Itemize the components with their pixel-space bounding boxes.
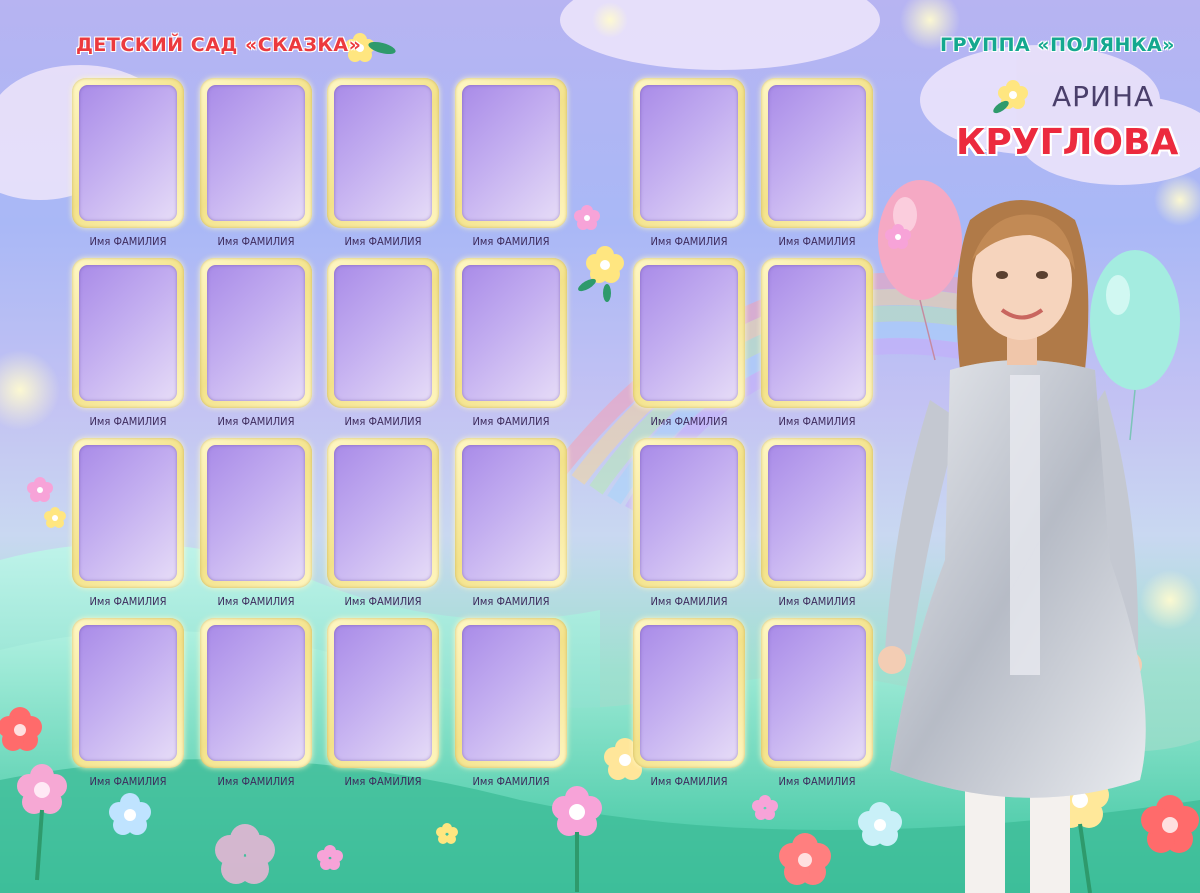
photo-placeholder: [79, 85, 177, 221]
photo-caption: Имя ФАМИЛИЯ: [344, 595, 422, 608]
featured-last-name: КРУГЛОВА: [956, 122, 1179, 163]
photo-caption: Имя ФАМИЛИЯ: [217, 415, 295, 428]
photo-slot[interactable]: [327, 438, 439, 588]
photo-caption: Имя ФАМИЛИЯ: [650, 775, 728, 788]
photo-slot[interactable]: [327, 618, 439, 768]
photo-slot[interactable]: [455, 258, 567, 408]
photo-slot[interactable]: [455, 438, 567, 588]
photo-caption: Имя ФАМИЛИЯ: [472, 595, 550, 608]
photo-slot[interactable]: [200, 78, 312, 228]
photo-placeholder: [768, 85, 866, 221]
photo-caption: Имя ФАМИЛИЯ: [650, 415, 728, 428]
photo-slot[interactable]: [72, 438, 184, 588]
photo-caption: Имя ФАМИЛИЯ: [778, 775, 856, 788]
photo-slot[interactable]: [633, 78, 745, 228]
photo-caption: Имя ФАМИЛИЯ: [778, 235, 856, 248]
photo-placeholder: [640, 625, 738, 761]
photo-caption: Имя ФАМИЛИЯ: [89, 595, 167, 608]
photo-placeholder: [79, 265, 177, 401]
photo-caption: Имя ФАМИЛИЯ: [89, 235, 167, 248]
photo-caption: Имя ФАМИЛИЯ: [778, 595, 856, 608]
photo-caption: Имя ФАМИЛИЯ: [217, 775, 295, 788]
photo-placeholder: [768, 445, 866, 581]
photo-slot[interactable]: [633, 258, 745, 408]
photo-placeholder: [79, 445, 177, 581]
photo-caption: Имя ФАМИЛИЯ: [89, 775, 167, 788]
photo-slot[interactable]: [455, 618, 567, 768]
photo-placeholder: [207, 625, 305, 761]
photo-caption: Имя ФАМИЛИЯ: [472, 775, 550, 788]
photo-placeholder: [79, 625, 177, 761]
featured-child-photo: [878, 200, 1146, 893]
photo-caption: Имя ФАМИЛИЯ: [778, 415, 856, 428]
photo-slot[interactable]: [761, 258, 873, 408]
photo-slot[interactable]: [327, 78, 439, 228]
photo-caption: Имя ФАМИЛИЯ: [344, 415, 422, 428]
photo-slot[interactable]: [761, 438, 873, 588]
photo-caption: Имя ФАМИЛИЯ: [650, 235, 728, 248]
photo-slot[interactable]: [633, 438, 745, 588]
photo-placeholder: [334, 85, 432, 221]
photo-placeholder: [640, 445, 738, 581]
photo-placeholder: [462, 265, 560, 401]
photo-placeholder: [640, 265, 738, 401]
photo-slot[interactable]: [72, 618, 184, 768]
photo-caption: Имя ФАМИЛИЯ: [217, 235, 295, 248]
photo-slot[interactable]: [200, 438, 312, 588]
album-page: ДЕТСКИЙ САД «СКАЗКА» ГРУППА «ПОЛЯНКА» АР…: [0, 0, 1200, 893]
photo-placeholder: [462, 85, 560, 221]
photo-placeholder: [207, 85, 305, 221]
photo-caption: Имя ФАМИЛИЯ: [217, 595, 295, 608]
photo-placeholder: [334, 445, 432, 581]
photo-slot[interactable]: [200, 618, 312, 768]
photo-placeholder: [334, 625, 432, 761]
photo-caption: Имя ФАМИЛИЯ: [89, 415, 167, 428]
photo-caption: Имя ФАМИЛИЯ: [472, 415, 550, 428]
kindergarten-title: ДЕТСКИЙ САД «СКАЗКА»: [76, 34, 362, 56]
photo-placeholder: [462, 625, 560, 761]
photo-caption: Имя ФАМИЛИЯ: [344, 775, 422, 788]
photo-placeholder: [768, 265, 866, 401]
photo-slot[interactable]: [761, 78, 873, 228]
photo-slot[interactable]: [455, 78, 567, 228]
photo-placeholder: [462, 445, 560, 581]
photo-placeholder: [768, 625, 866, 761]
photo-slot[interactable]: [761, 618, 873, 768]
photo-slot[interactable]: [327, 258, 439, 408]
featured-first-name: АРИНА: [1052, 80, 1155, 113]
photo-slot[interactable]: [72, 258, 184, 408]
photo-placeholder: [207, 265, 305, 401]
photo-caption: Имя ФАМИЛИЯ: [472, 235, 550, 248]
photo-slot[interactable]: [72, 78, 184, 228]
photo-placeholder: [334, 265, 432, 401]
photo-slot[interactable]: [633, 618, 745, 768]
photo-caption: Имя ФАМИЛИЯ: [344, 235, 422, 248]
group-title: ГРУППА «ПОЛЯНКА»: [940, 34, 1175, 56]
photo-caption: Имя ФАМИЛИЯ: [650, 595, 728, 608]
photo-slot[interactable]: [200, 258, 312, 408]
photo-placeholder: [640, 85, 738, 221]
photo-placeholder: [207, 445, 305, 581]
